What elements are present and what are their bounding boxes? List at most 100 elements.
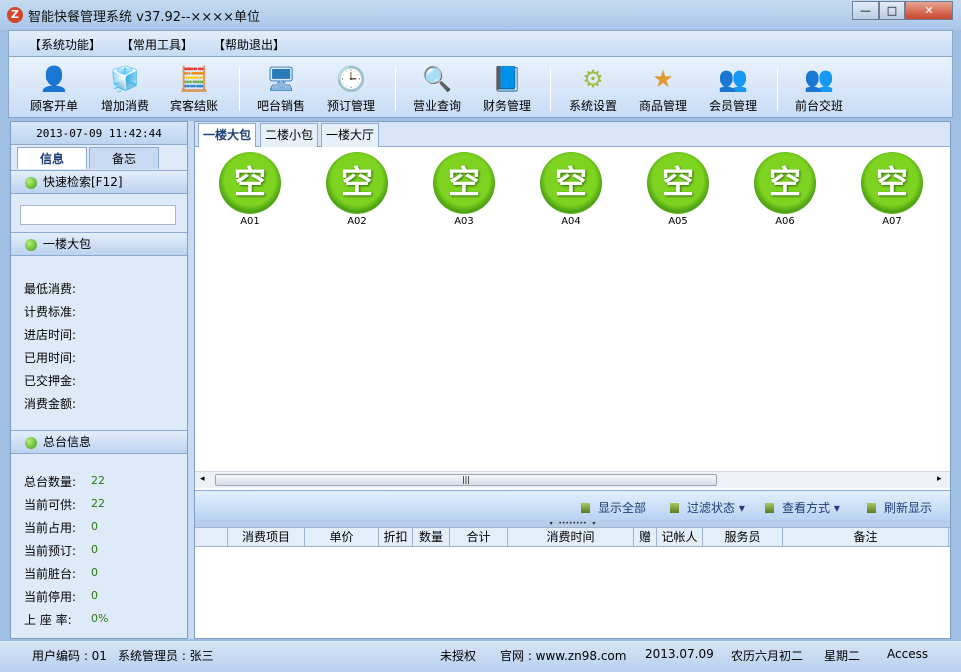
summary-label: 当前可供:	[24, 498, 77, 512]
toolbar-label: 宾客结账	[169, 99, 218, 113]
room-field-label: 消费金额:	[24, 397, 77, 411]
menu-system[interactable]: 【系统功能】	[29, 36, 101, 53]
scroll-right-icon[interactable]: ▸	[937, 474, 942, 484]
users-icon: 👥	[718, 65, 748, 93]
room-status-icon: 空	[647, 152, 709, 214]
toolbar-cubes-button[interactable]: 🧊 增加消费	[90, 57, 160, 117]
refresh-button[interactable]: 刷新显示	[867, 499, 932, 516]
horizontal-scrollbar[interactable]: ◂ ||| ▸	[195, 471, 950, 488]
toolbar-shift-handover-button[interactable]: 👥 前台交班	[784, 57, 854, 117]
column-header[interactable]: 消费项目	[228, 528, 305, 547]
toolbar-separator	[777, 67, 778, 111]
summary-label: 当前停用:	[24, 590, 77, 604]
filter-status-button[interactable]: 过滤状态 ▾	[670, 499, 745, 516]
quick-search-title: 快速检索[F12]	[43, 175, 123, 189]
room-A06[interactable]: 空 A06	[745, 152, 825, 227]
room-field-label: 已用时间:	[24, 351, 77, 365]
room-A03[interactable]: 空 A03	[424, 152, 504, 227]
scroll-thumb[interactable]: |||	[215, 474, 717, 486]
toolbar-clock-calendar-button[interactable]: 🕒 预订管理	[316, 57, 386, 117]
notebook-pencil-icon: 📘	[492, 65, 522, 93]
summary-label: 总台数量:	[24, 475, 77, 489]
clock-calendar-icon: 🕒	[336, 65, 366, 93]
toolbar-users-button[interactable]: 👥 会员管理	[698, 57, 768, 117]
horizontal-splitter[interactable]: ▾ •••••••• ▾	[195, 520, 950, 527]
status-date: 2013.07.09	[645, 647, 714, 661]
room-A04[interactable]: 空 A04	[531, 152, 611, 227]
window-title: 智能快餐管理系统 v37.92--××××单位	[28, 10, 260, 25]
room-info-header: 一楼大包	[11, 232, 187, 256]
star-icon: ★	[652, 65, 674, 93]
summary-value: 22	[91, 474, 105, 487]
status-weekday: 星期二	[824, 649, 861, 663]
toolbar-gear-button[interactable]: ⚙ 系统设置	[558, 57, 628, 117]
column-header[interactable]: 消费时间	[508, 528, 634, 547]
square-icon	[765, 503, 774, 513]
toolbar-separator	[239, 67, 240, 111]
status-operator: 系统管理员 : 张三	[118, 649, 214, 663]
calculator-icon: 🧮	[179, 65, 209, 93]
column-header[interactable]: 记帐人	[657, 528, 703, 547]
toolbar-star-button[interactable]: ★ 商品管理	[628, 57, 698, 117]
toolbar-label: 增加消费	[100, 99, 149, 113]
room-A01[interactable]: 空 A01	[210, 152, 290, 227]
summary-value: 0%	[91, 612, 109, 625]
toolbar-label: 顾客开单	[29, 99, 78, 113]
column-header[interactable]: 服务员	[703, 528, 783, 547]
app-logo-icon: Z	[7, 7, 23, 23]
toolbar-calculator-button[interactable]: 🧮 宾客结账	[159, 57, 229, 117]
toolbar-separator	[550, 67, 551, 111]
room-A07[interactable]: 空 A07	[852, 152, 932, 227]
tab-area-1f-hall[interactable]: 一楼大厅	[321, 123, 380, 147]
room-A05[interactable]: 空 A05	[638, 152, 718, 227]
tab-area-2f-small[interactable]: 二楼小包	[260, 123, 319, 147]
room-info-title: 一楼大包	[43, 237, 92, 251]
tab-info[interactable]: 信息	[17, 147, 87, 169]
minimize-button[interactable]: —	[852, 1, 879, 20]
column-header[interactable]: 折扣	[379, 528, 413, 547]
room-name: A06	[775, 216, 795, 227]
square-icon	[581, 503, 590, 513]
status-website[interactable]: 官网 : www.zn98.com	[500, 647, 626, 664]
toolbar-label: 商品管理	[638, 99, 687, 113]
summary-value: 0	[91, 520, 98, 533]
room-status-icon: 空	[540, 152, 602, 214]
toolbar-label: 吧台销售	[256, 99, 305, 113]
column-header[interactable]: 备注	[783, 528, 949, 547]
summary-value: 0	[91, 566, 98, 579]
toolbar-label: 营业查询	[412, 99, 461, 113]
scroll-left-icon[interactable]: ◂	[200, 474, 205, 484]
room-field-label: 已交押金:	[24, 374, 77, 388]
column-header[interactable]: 赠	[634, 528, 657, 547]
datetime-display: 2013-07-09 11:42:44	[11, 122, 187, 145]
order-toolbar: 显示全部 过滤状态 ▾ 查看方式 ▾ 刷新显示	[195, 490, 950, 520]
maximize-button[interactable]: □	[879, 1, 905, 20]
menu-tools[interactable]: 【常用工具】	[121, 36, 193, 53]
tab-memo[interactable]: 备忘	[89, 147, 159, 169]
column-header[interactable]: 单价	[305, 528, 379, 547]
tab-area-1f-large[interactable]: 一楼大包	[198, 123, 257, 147]
room-status-icon: 空	[754, 152, 816, 214]
summary-value: 22	[91, 497, 105, 510]
toolbar-magnifier-button[interactable]: 🔍 营业查询	[402, 57, 472, 117]
menu-help-exit[interactable]: 【帮助退出】	[213, 36, 285, 53]
column-header[interactable]: 数量	[413, 528, 450, 547]
toolbar-notebook-pencil-button[interactable]: 📘 财务管理	[472, 57, 542, 117]
room-A02[interactable]: 空 A02	[317, 152, 397, 227]
toolbar-customer-button[interactable]: 👤 顾客开单	[19, 57, 89, 117]
close-button[interactable]: ✕	[905, 1, 953, 20]
green-dot-icon	[25, 177, 37, 189]
quick-search-input[interactable]	[20, 205, 176, 225]
toolbar-monitor-button[interactable]: 🖥 吧台销售	[246, 57, 316, 117]
menu-bar: 【系统功能】 【常用工具】 【帮助退出】	[8, 30, 953, 56]
room-status-icon: 空	[861, 152, 923, 214]
show-all-button[interactable]: 显示全部	[581, 499, 646, 516]
gear-icon: ⚙	[582, 65, 604, 93]
room-status-icon: 空	[326, 152, 388, 214]
view-mode-button[interactable]: 查看方式 ▾	[765, 499, 840, 516]
room-field-label: 最低消费:	[24, 282, 77, 296]
column-header[interactable]	[195, 528, 228, 547]
room-field-label: 计费标准:	[24, 305, 77, 319]
area-tabs: 一楼大包 二楼小包 一楼大厅	[195, 122, 950, 147]
column-header[interactable]: 合计	[450, 528, 508, 547]
